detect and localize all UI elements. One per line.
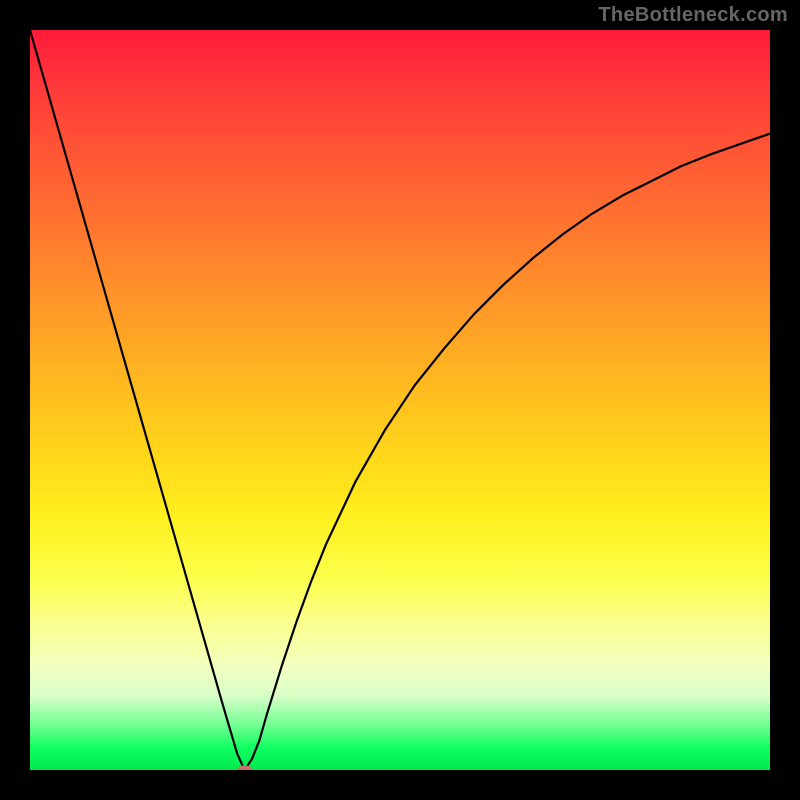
bottleneck-curve (30, 30, 770, 770)
curve-svg (30, 30, 770, 770)
chart-frame: TheBottleneck.com (0, 0, 800, 800)
watermark-text: TheBottleneck.com (598, 4, 788, 27)
minimum-point-marker (238, 766, 252, 771)
plot-area (30, 30, 770, 770)
